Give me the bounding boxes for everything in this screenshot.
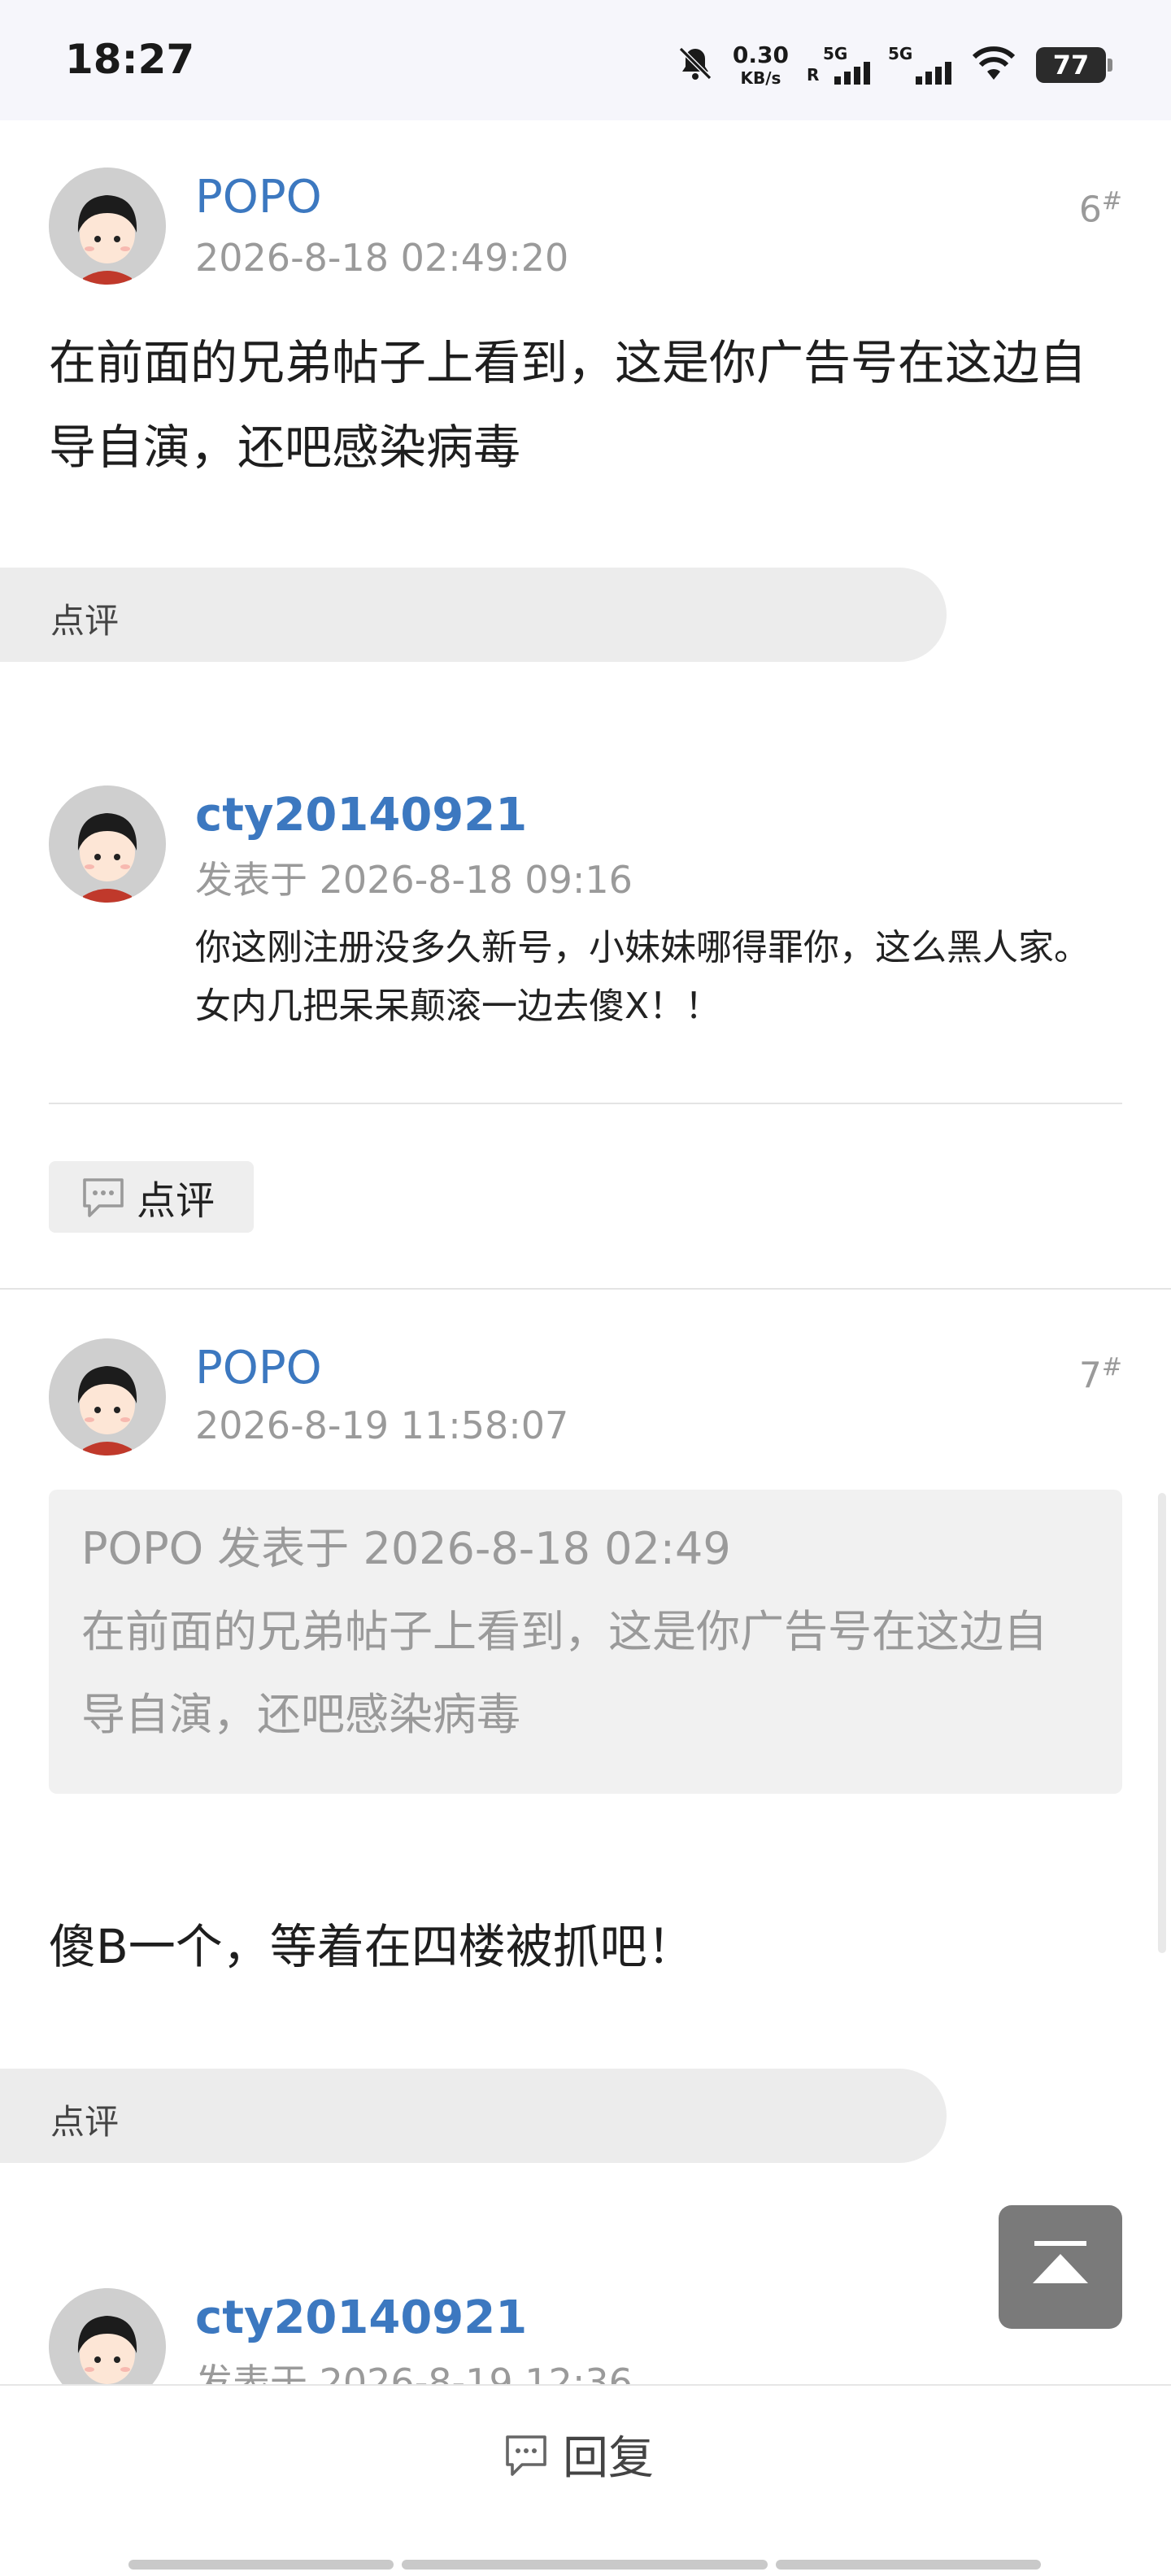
floor-number: 7# <box>1078 1353 1122 1397</box>
review-bar[interactable]: 点评 <box>0 2069 947 2163</box>
comment-icon <box>503 2432 550 2478</box>
post-username[interactable]: POPO <box>195 1342 322 1395</box>
post-date: 2026-8-18 02:49:20 <box>195 236 569 280</box>
section-divider <box>0 1288 1171 1290</box>
avatar[interactable] <box>49 1338 166 1456</box>
comment-date: 发表于 2026-8-18 09:16 <box>195 858 633 902</box>
quote-body: 在前面的兄弟帖子上看到，这是你广告号在这边自导自演，还吧感染病毒 <box>81 1606 1047 1740</box>
post-date: 2026-8-19 11:58:07 <box>195 1403 569 1447</box>
signal-2-icon: 5G <box>888 44 951 86</box>
signal-1-icon: 5G R <box>807 44 870 86</box>
arrow-up-icon <box>1033 2241 1088 2283</box>
status-time: 18:27 <box>65 36 195 83</box>
post-username[interactable]: POPO <box>195 171 322 224</box>
comment-text: 你这刚注册没多久新号，小妹妹哪得罪你，这么黑人家。女内几把呆呆颠滚一边去傻X！！ <box>195 927 1090 1027</box>
mute-bell-icon <box>676 44 715 86</box>
status-bar: 18:27 0.30 KB/s 5G R 5G 77 <box>0 0 1171 120</box>
floor-number: 6# <box>1078 187 1122 231</box>
battery-icon: 77 <box>1036 47 1112 83</box>
back-to-top-button[interactable] <box>999 2205 1122 2329</box>
comment-icon <box>80 1175 127 1219</box>
review-button[interactable]: 点评 <box>49 1161 254 1233</box>
review-bar-label: 点评 <box>50 601 120 641</box>
divider <box>49 1103 1122 1104</box>
avatar[interactable] <box>49 785 166 903</box>
review-bar[interactable]: 点评 <box>0 568 947 662</box>
quote-block: POPO 发表于 2026-8-18 02:49 在前面的兄弟帖子上看到，这是你… <box>49 1490 1122 1794</box>
wifi-icon <box>969 44 1018 86</box>
quote-header: POPO 发表于 2026-8-18 02:49 <box>81 1523 731 1574</box>
post-content: 在前面的兄弟帖子上看到，这是你广告号在这边自导自演，还吧感染病毒 <box>49 335 1087 475</box>
gesture-bar-segment <box>776 2560 1041 2569</box>
net-speed: 0.30 KB/s <box>732 41 789 88</box>
scroll-indicator <box>1158 1493 1166 1953</box>
review-button-label: 点评 <box>137 1178 215 1224</box>
comment-username[interactable]: cty20140921 <box>195 2291 527 2344</box>
avatar[interactable] <box>49 168 166 285</box>
post-content: 傻B一个，等着在四楼被抓吧！ <box>49 1919 694 1974</box>
review-bar-label: 点评 <box>50 2102 120 2142</box>
comment-username[interactable]: cty20140921 <box>195 789 527 842</box>
gesture-bar-segment <box>402 2560 768 2569</box>
gesture-bar-segment <box>128 2560 394 2569</box>
status-icons: 0.30 KB/s 5G R 5G 77 <box>676 41 1112 89</box>
reply-button[interactable]: 回复 <box>503 2422 654 2487</box>
reply-label: 回复 <box>563 2432 654 2485</box>
